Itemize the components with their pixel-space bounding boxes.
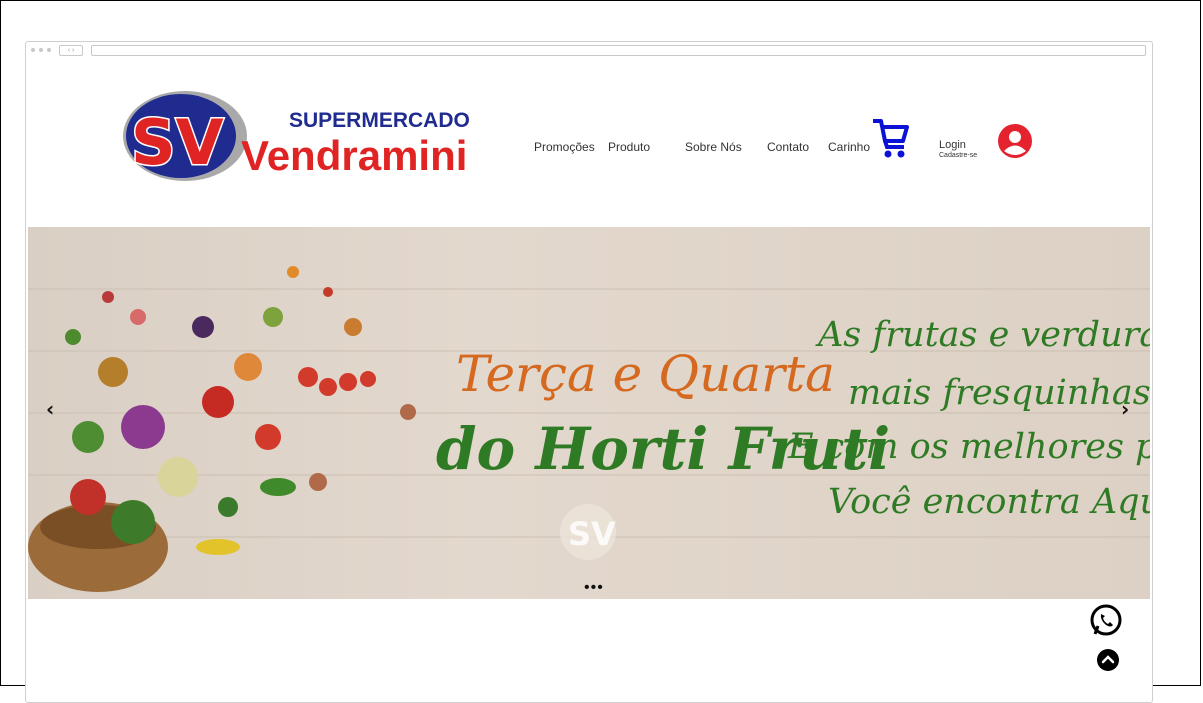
chevron-left-icon[interactable]: ‹: [46, 397, 54, 421]
banner-watermark: SV: [568, 515, 616, 553]
browser-window: ‹ › SV SUPERMERCADO Vendramini Promoções…: [25, 41, 1153, 703]
hero-banner[interactable]: SV Terça e Quarta do Horti Fruti As frut…: [28, 227, 1150, 599]
nav-contato[interactable]: Contato: [767, 140, 809, 154]
signup-link[interactable]: Cadastre-se: [939, 152, 977, 159]
banner-tagline-4: Você encontra Aqui!: [828, 482, 1150, 522]
nav-carinho[interactable]: Carinho: [828, 140, 870, 154]
banner-tagline-3: E com os melhores preços: [788, 427, 1150, 467]
banner-tagline-2: mais fresquinhas: [848, 373, 1150, 413]
logo-sv: SV: [131, 106, 224, 179]
window-dot[interactable]: [47, 48, 51, 52]
window-dot[interactable]: [31, 48, 35, 52]
cart-icon[interactable]: [871, 117, 909, 159]
chevron-right-icon[interactable]: ›: [1121, 397, 1129, 421]
banner-artwork: SV: [28, 266, 1150, 592]
logo[interactable]: SV SUPERMERCADO Vendramini: [121, 84, 501, 194]
nav-promocoes[interactable]: Promoções: [534, 140, 595, 154]
logo-graphic: SV SUPERMERCADO Vendramini: [123, 91, 470, 181]
address-bar[interactable]: [91, 44, 1146, 56]
scroll-top-icon[interactable]: [1096, 648, 1120, 672]
browser-back-forward[interactable]: ‹ ›: [59, 44, 83, 56]
window-dot[interactable]: [39, 48, 43, 52]
login-link[interactable]: Login: [939, 139, 966, 151]
logo-vendramini: Vendramini: [241, 132, 467, 179]
user-icon[interactable]: [997, 123, 1033, 159]
browser-toolbar: ‹ ›: [26, 42, 1152, 58]
nav-sobre-nos[interactable]: Sobre Nós: [685, 140, 742, 154]
banner-tagline-1: As frutas e verduras: [818, 315, 1150, 355]
carousel-dots[interactable]: •••: [584, 579, 604, 597]
logo-supermercado: SUPERMERCADO: [289, 109, 470, 132]
banner-headline-1: Terça e Quarta: [456, 345, 835, 403]
whatsapp-icon[interactable]: [1089, 603, 1123, 637]
nav-produto[interactable]: Produto: [608, 140, 650, 154]
